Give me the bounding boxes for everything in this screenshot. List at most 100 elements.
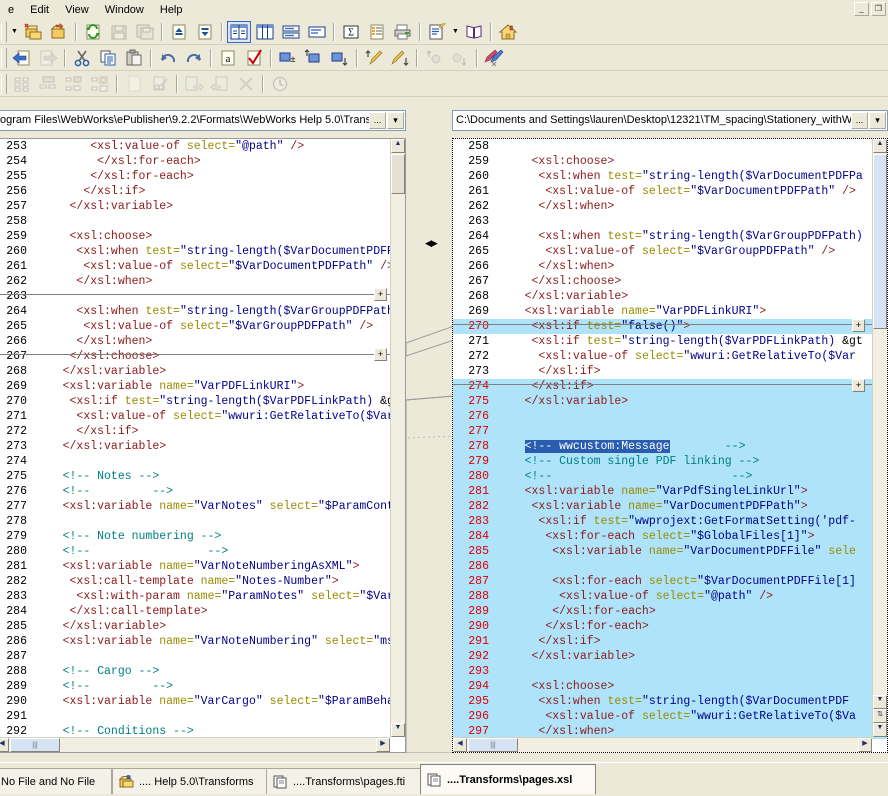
code-line[interactable]: 261 <xsl:value-of select="$VarDocumentPD… xyxy=(0,259,405,274)
code-line[interactable]: 289 <!-- --> xyxy=(0,679,405,694)
code-text[interactable]: </xsl:call-template> xyxy=(35,604,405,619)
single-pane-button[interactable] xyxy=(305,21,329,43)
right-scroll-up-button[interactable]: ▲ xyxy=(873,139,887,153)
left-path-value[interactable]: ogram Files\WebWorks\ePublisher\9.2.2\Fo… xyxy=(0,111,369,130)
code-line[interactable]: 280 <!-- --> xyxy=(0,544,405,559)
copy-right-button[interactable] xyxy=(182,73,206,95)
copy-button[interactable] xyxy=(96,47,120,69)
forward-button[interactable] xyxy=(36,47,60,69)
code-line[interactable]: 269 <xsl:variable name="VarPDFLinkURI"> xyxy=(453,304,887,319)
code-line[interactable]: 281 <xsl:variable name="VarNoteNumbering… xyxy=(0,559,405,574)
code-text[interactable]: </xsl:variable> xyxy=(497,394,887,409)
code-line[interactable]: 292 </xsl:variable> xyxy=(453,649,887,664)
book-button[interactable] xyxy=(462,21,486,43)
history-button[interactable] xyxy=(268,73,292,95)
two-pane-view-button[interactable] xyxy=(227,20,251,43)
code-text[interactable]: <xsl:with-param name="ParamNotes" select… xyxy=(35,589,405,604)
code-text[interactable] xyxy=(497,664,887,679)
right-scroll-down-button[interactable]: ▼ xyxy=(873,695,887,709)
code-text[interactable]: <xsl:if test="string-length($VarPDFLinkP… xyxy=(497,334,887,349)
code-line[interactable]: 290 <xsl:variable name="VarCargo" select… xyxy=(0,694,405,709)
code-line[interactable]: 273 </xsl:variable> xyxy=(0,439,405,454)
right-code-area[interactable]: 258 259 <xsl:choose> 260 <xsl:when test="s… xyxy=(453,139,887,752)
home-button[interactable] xyxy=(496,21,520,43)
left-vertical-scrollbar[interactable]: ▲ ▼ xyxy=(390,139,405,737)
code-text[interactable]: <xsl:when test="string-length($VarDocume… xyxy=(497,169,887,184)
save-all-button[interactable] xyxy=(133,21,157,43)
dropdown-arrow-icon[interactable]: ▼ xyxy=(9,21,20,43)
right-path-dropdown-button[interactable]: ▾ xyxy=(869,112,886,129)
tab-pages-xsl[interactable]: ....Transforms\pages.xsl xyxy=(420,764,596,794)
code-line[interactable]: 296 <xsl:value-of select="wwuri:GetRelat… xyxy=(453,709,887,724)
code-line[interactable]: 291 xyxy=(0,709,405,724)
left-horizontal-scrollbar[interactable]: ◀ ||| ▶ xyxy=(0,737,390,752)
code-line[interactable]: 285 <xsl:variable name="VarDocumentPDFFi… xyxy=(453,544,887,559)
code-line[interactable]: 258 xyxy=(453,139,887,154)
right-horizontal-scrollbar[interactable]: ◀ ||| ▶ xyxy=(453,737,872,752)
code-text[interactable]: <!-- --> xyxy=(35,679,405,694)
code-text[interactable]: <xsl:choose> xyxy=(35,229,405,244)
menu-window[interactable]: Window xyxy=(97,2,152,18)
code-text[interactable]: </xsl:if> xyxy=(497,379,887,394)
code-line[interactable]: 259 <xsl:choose> xyxy=(0,229,405,244)
code-line[interactable]: 258 xyxy=(0,214,405,229)
export-up-button[interactable] xyxy=(167,21,191,43)
code-line[interactable]: 288 <!-- Cargo --> xyxy=(0,664,405,679)
code-text[interactable]: <!-- wwcustom:Message --> xyxy=(497,439,887,454)
code-text[interactable]: <!-- Cargo --> xyxy=(35,664,405,679)
redo-button[interactable] xyxy=(182,47,206,69)
code-line[interactable]: 287 xyxy=(0,649,405,664)
code-text[interactable]: <xsl:call-template name="Notes-Number"> xyxy=(35,574,405,589)
code-line[interactable]: 294 <xsl:choose> xyxy=(453,679,887,694)
toolbar-grip[interactable] xyxy=(1,47,7,68)
chevron-down-icon[interactable]: ▼ xyxy=(450,21,461,43)
cut-button[interactable] xyxy=(70,47,94,69)
next-diff-button[interactable] xyxy=(328,47,352,69)
left-path-field[interactable]: ogram Files\WebWorks\ePublisher\9.2.2\Fo… xyxy=(0,110,406,131)
code-text[interactable]: <xsl:when test="string-length($VarDocume… xyxy=(35,244,405,259)
code-text[interactable]: </xsl:variable> xyxy=(35,364,405,379)
code-line[interactable]: 276 <!-- --> xyxy=(0,484,405,499)
left-browse-button[interactable]: ... xyxy=(369,112,386,129)
code-text[interactable]: <xsl:value-of select="$VarDocumentPDFPat… xyxy=(497,184,887,199)
code-text[interactable]: <!-- Custom single PDF linking --> xyxy=(497,454,887,469)
code-text[interactable]: <xsl:when test="string-length($VarGroupP… xyxy=(35,304,405,319)
code-line[interactable]: 267 </xsl:choose> xyxy=(0,349,405,364)
code-text[interactable]: <xsl:value-of select="$VarGroupPDFPath" … xyxy=(35,319,405,334)
code-line[interactable]: 266 </xsl:when> xyxy=(453,259,887,274)
prev-edit-button[interactable] xyxy=(362,47,386,69)
save-button[interactable] xyxy=(107,21,131,43)
code-line[interactable]: 265 <xsl:value-of select="$VarGroupPDFPa… xyxy=(0,319,405,334)
code-line[interactable]: 285 </xsl:variable> xyxy=(0,619,405,634)
left-scroll-up-button[interactable]: ▲ xyxy=(391,139,405,153)
code-line[interactable]: 275 </xsl:variable> xyxy=(453,394,887,409)
code-text[interactable]: <xsl:value-of select="$VarGroupPDFPath" … xyxy=(497,244,887,259)
clear-marks-button[interactable] xyxy=(482,47,506,69)
code-text[interactable]: </xsl:when> xyxy=(497,259,887,274)
right-scroll-prev-diff-button[interactable]: ⇅ xyxy=(873,709,887,723)
sigma-button[interactable]: Σ xyxy=(339,21,363,43)
code-line[interactable]: 284 </xsl:call-template> xyxy=(0,604,405,619)
left-path-dropdown-button[interactable]: ▾ xyxy=(387,112,404,129)
code-text[interactable]: <xsl:if test="wwprojext:GetFormatSetting… xyxy=(497,514,887,529)
code-text[interactable]: <xsl:value-of select="wwuri:GetRelativeT… xyxy=(497,349,887,364)
code-text[interactable]: <xsl:value-of select="wwuri:GetRelativeT… xyxy=(35,409,405,424)
code-text[interactable]: <xsl:value-of select="wwuri:GetRelativeT… xyxy=(497,709,887,724)
code-text[interactable]: </xsl:when> xyxy=(35,334,405,349)
open-project-button[interactable] xyxy=(47,21,71,43)
minimize-button[interactable]: _ xyxy=(854,2,869,16)
code-text[interactable] xyxy=(35,289,405,304)
code-line[interactable]: 264 <xsl:when test="string-length($VarGr… xyxy=(453,229,887,244)
code-line[interactable]: 260 <xsl:when test="string-length($VarDo… xyxy=(0,244,405,259)
code-text[interactable]: <!-- --> xyxy=(35,544,405,559)
code-text[interactable]: </xsl:choose> xyxy=(35,349,405,364)
menu-edit[interactable]: Edit xyxy=(22,2,57,18)
code-line[interactable]: 279 <!-- Custom single PDF linking --> xyxy=(453,454,887,469)
layout-button[interactable] xyxy=(36,73,60,95)
code-line[interactable]: 279 <!-- Note numbering --> xyxy=(0,529,405,544)
next-bookmark-button[interactable] xyxy=(448,47,472,69)
code-line[interactable]: 257 </xsl:variable> xyxy=(0,199,405,214)
paste-button[interactable] xyxy=(122,47,146,69)
code-line[interactable]: 271 <xsl:if test="string-length($VarPDFL… xyxy=(453,334,887,349)
code-line[interactable]: 274 xyxy=(0,454,405,469)
